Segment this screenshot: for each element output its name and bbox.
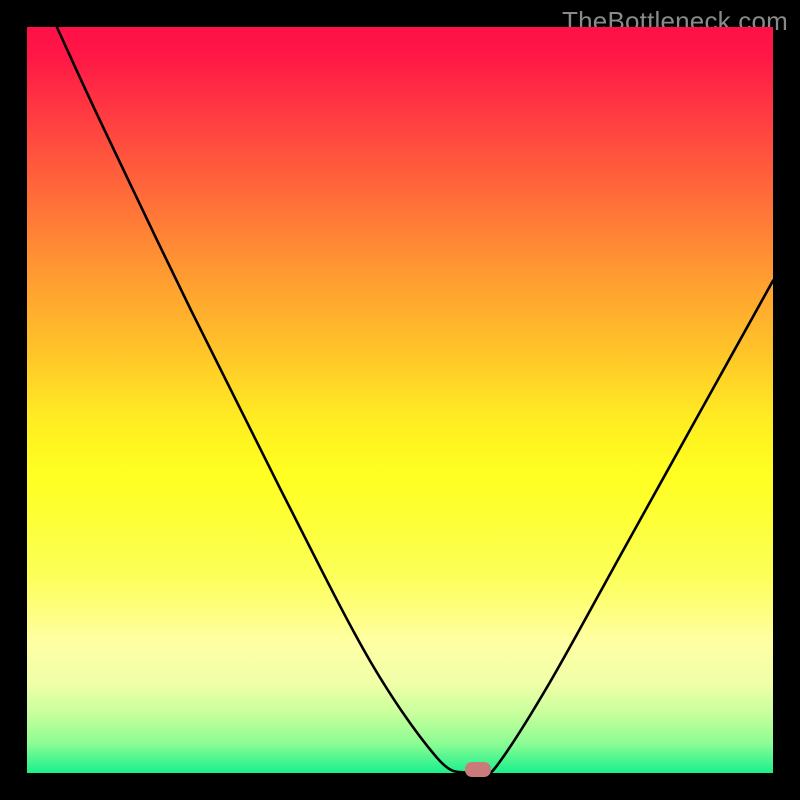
background-gradient: [27, 27, 773, 773]
minimum-marker: [465, 762, 491, 777]
plot-area: [27, 27, 773, 773]
chart-frame: TheBottleneck.com: [0, 0, 800, 800]
